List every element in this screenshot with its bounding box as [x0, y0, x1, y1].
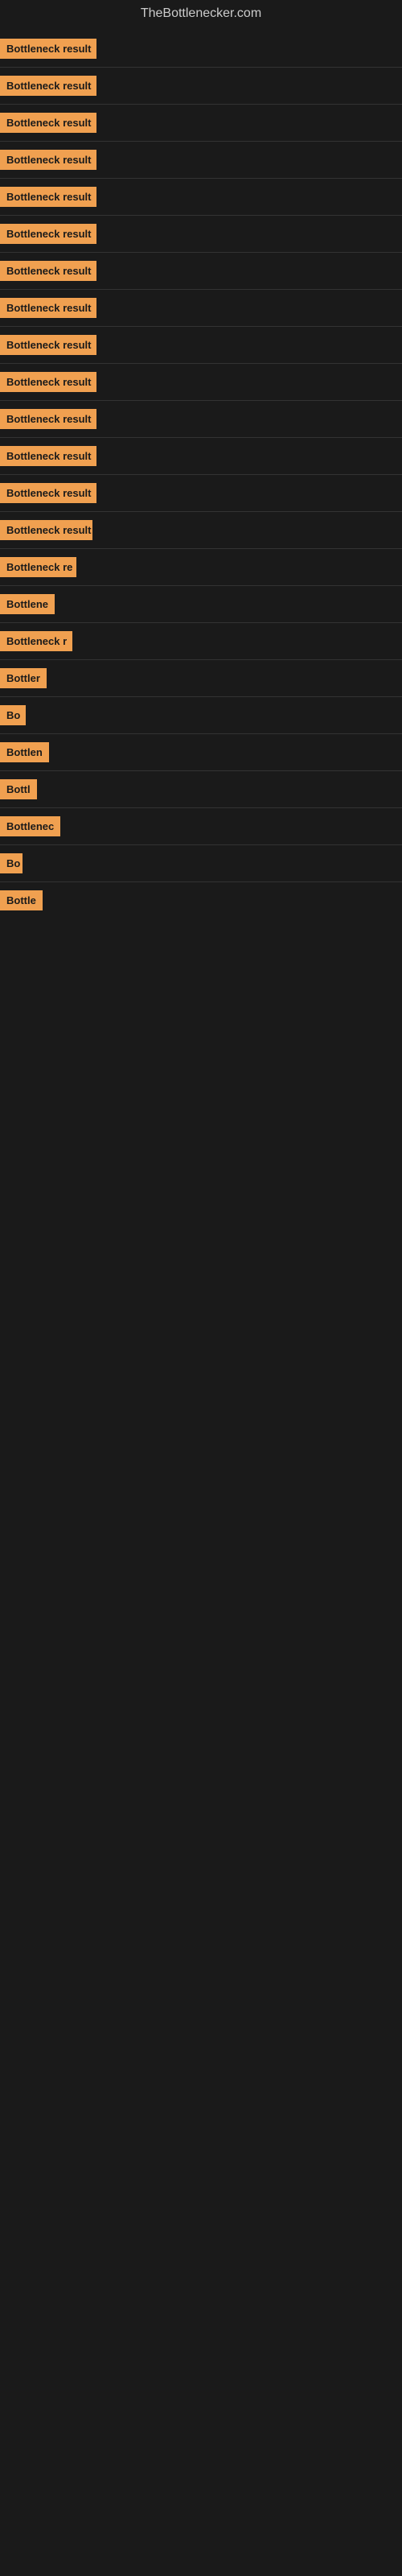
bottleneck-item-9[interactable]: Bottleneck result	[0, 327, 402, 364]
bottleneck-item-16[interactable]: Bottlene	[0, 586, 402, 623]
bottleneck-badge-13[interactable]: Bottleneck result	[0, 483, 96, 503]
bottleneck-badge-19[interactable]: Bo	[0, 705, 26, 725]
bottleneck-item-19[interactable]: Bo	[0, 697, 402, 734]
bottleneck-badge-15[interactable]: Bottleneck re	[0, 557, 76, 577]
bottleneck-item-7[interactable]: Bottleneck result	[0, 253, 402, 290]
bottleneck-item-24[interactable]: Bottle	[0, 882, 402, 919]
bottleneck-badge-5[interactable]: Bottleneck result	[0, 187, 96, 207]
bottleneck-badge-21[interactable]: Bottl	[0, 779, 37, 799]
items-list: Bottleneck result Bottleneck result Bottle…	[0, 31, 402, 919]
bottleneck-badge-7[interactable]: Bottleneck result	[0, 261, 96, 281]
bottleneck-badge-9[interactable]: Bottleneck result	[0, 335, 96, 355]
bottleneck-item-1[interactable]: Bottleneck result	[0, 31, 402, 68]
bottleneck-item-15[interactable]: Bottleneck re	[0, 549, 402, 586]
bottleneck-item-10[interactable]: Bottleneck result	[0, 364, 402, 401]
site-header: TheBottlenecker.com	[0, 0, 402, 31]
bottleneck-badge-18[interactable]: Bottler	[0, 668, 47, 688]
bottleneck-item-6[interactable]: Bottleneck result	[0, 216, 402, 253]
bottleneck-item-2[interactable]: Bottleneck result	[0, 68, 402, 105]
bottleneck-badge-14[interactable]: Bottleneck result	[0, 520, 92, 540]
bottleneck-item-17[interactable]: Bottleneck r	[0, 623, 402, 660]
bottleneck-item-23[interactable]: Bo	[0, 845, 402, 882]
bottleneck-item-3[interactable]: Bottleneck result	[0, 105, 402, 142]
bottleneck-badge-23[interactable]: Bo	[0, 853, 23, 873]
bottleneck-badge-8[interactable]: Bottleneck result	[0, 298, 96, 318]
bottleneck-badge-4[interactable]: Bottleneck result	[0, 150, 96, 170]
bottleneck-item-11[interactable]: Bottleneck result	[0, 401, 402, 438]
bottleneck-badge-11[interactable]: Bottleneck result	[0, 409, 96, 429]
bottleneck-badge-17[interactable]: Bottleneck r	[0, 631, 72, 651]
bottleneck-item-5[interactable]: Bottleneck result	[0, 179, 402, 216]
bottleneck-badge-6[interactable]: Bottleneck result	[0, 224, 96, 244]
site-title: TheBottlenecker.com	[0, 0, 402, 31]
bottleneck-item-18[interactable]: Bottler	[0, 660, 402, 697]
bottleneck-item-21[interactable]: Bottl	[0, 771, 402, 808]
bottleneck-item-13[interactable]: Bottleneck result	[0, 475, 402, 512]
bottleneck-item-20[interactable]: Bottlen	[0, 734, 402, 771]
bottleneck-badge-20[interactable]: Bottlen	[0, 742, 49, 762]
bottleneck-item-22[interactable]: Bottlenec	[0, 808, 402, 845]
bottleneck-badge-22[interactable]: Bottlenec	[0, 816, 60, 836]
bottleneck-item-8[interactable]: Bottleneck result	[0, 290, 402, 327]
bottleneck-badge-1[interactable]: Bottleneck result	[0, 39, 96, 59]
bottleneck-badge-16[interactable]: Bottlene	[0, 594, 55, 614]
bottleneck-item-12[interactable]: Bottleneck result	[0, 438, 402, 475]
bottleneck-badge-3[interactable]: Bottleneck result	[0, 113, 96, 133]
bottleneck-item-14[interactable]: Bottleneck result	[0, 512, 402, 549]
bottleneck-item-4[interactable]: Bottleneck result	[0, 142, 402, 179]
bottleneck-badge-10[interactable]: Bottleneck result	[0, 372, 96, 392]
bottleneck-badge-12[interactable]: Bottleneck result	[0, 446, 96, 466]
bottleneck-badge-24[interactable]: Bottle	[0, 890, 43, 910]
bottleneck-badge-2[interactable]: Bottleneck result	[0, 76, 96, 96]
